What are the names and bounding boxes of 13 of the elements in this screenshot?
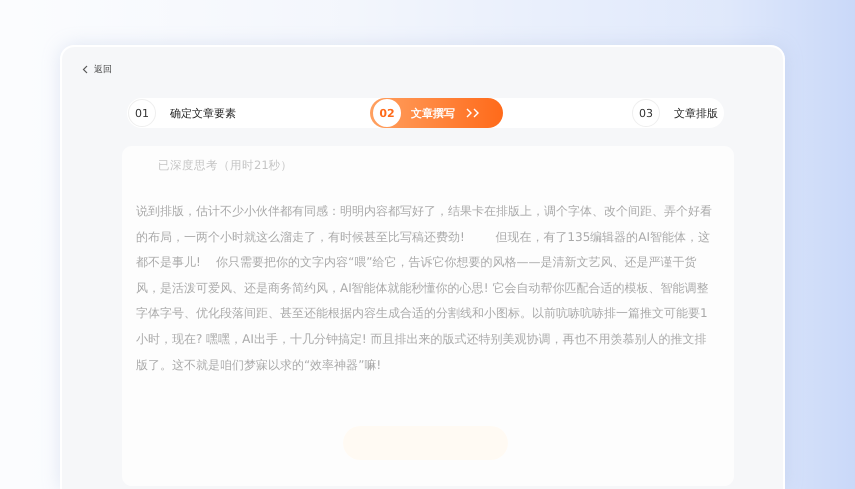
article-paragraph: 说到排版，估计不少小伙伴都有同感：明明内容都写好了，结果卡在排版上，调个字体、改个间距、弄个好看的布局，一两个小时就这么溜走了，有时候甚至比写稿还费劲! 但现在，有了135编辑器的AI智能体，这都不是事儿! 你只需要把你的文字内容“喂”给它，告诉它你想要的风格——是清新文艺风、还是严谨干货风，是活泼可爱风、还是商务简约风，AI智能体就能秒懂你的心思! 它会自动帮你匹配合适的模板、智能调整字体字号、优化段落间距、甚至还能根据内容生成合适的分割线和小图标。以前吭哧吭哧排一篇推文可能要1小时，现在? 嘿嘿，AI出手，十几分钟搞定! 而且排出来的版式还特别美观协调，再也不用羡慕别人的推文排版了。这不就是咱们梦寐以求的“效率神器”嘛! xyxy=(136,203,713,374)
chevron-left-icon xyxy=(82,65,88,74)
back-link[interactable]: 返回 xyxy=(82,63,112,76)
step-tab[interactable]: 03 文章排版 xyxy=(631,98,724,128)
step-label: 文章排版 xyxy=(674,106,718,120)
double-chevron-icon xyxy=(465,108,481,118)
step-tab[interactable]: 01 确定文章要素 xyxy=(127,98,242,128)
step-label: 文章撰写 xyxy=(411,106,455,120)
step-number: 03 xyxy=(632,99,660,127)
step-label: 确定文章要素 xyxy=(170,106,236,120)
step-number: 02 xyxy=(373,99,401,127)
step-number: 01 xyxy=(128,99,156,127)
thinking-status: 已深度思考（用时21秒） xyxy=(158,158,294,173)
